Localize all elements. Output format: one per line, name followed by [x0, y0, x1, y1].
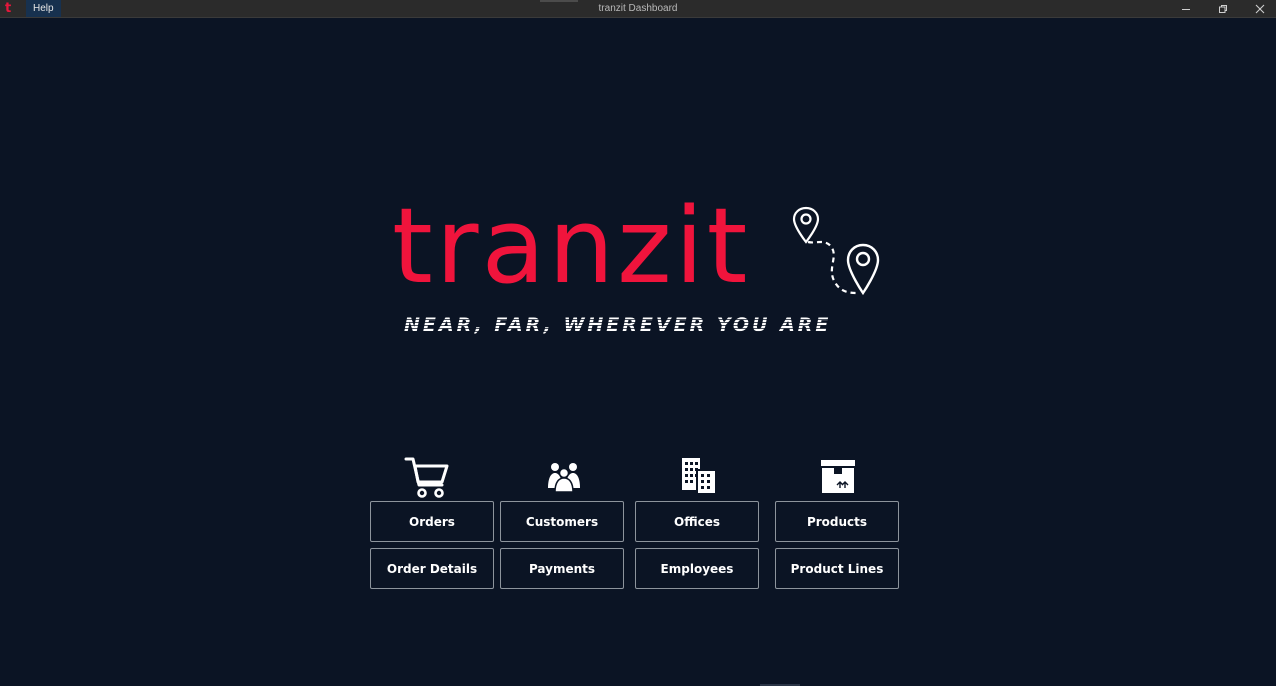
brand-logo-wordmark: tranzit: [392, 185, 751, 307]
restore-button[interactable]: [1205, 0, 1241, 17]
products-button[interactable]: Products: [775, 501, 899, 542]
product-lines-button[interactable]: Product Lines: [775, 548, 899, 589]
close-icon: [1255, 4, 1265, 13]
employees-button[interactable]: Employees: [635, 548, 759, 589]
close-button[interactable]: [1242, 0, 1276, 17]
orders-button[interactable]: Orders: [370, 501, 494, 542]
offices-button[interactable]: Offices: [635, 501, 759, 542]
customers-button[interactable]: Customers: [500, 501, 624, 542]
restore-icon: [1219, 4, 1227, 13]
minimize-icon: [1182, 8, 1190, 10]
minimize-button[interactable]: [1168, 0, 1204, 17]
people-icon: [548, 463, 580, 493]
product-box-icon: [821, 460, 855, 493]
office-buildings-icon: [682, 458, 717, 495]
window-title: tranzit Dashboard: [598, 3, 678, 14]
shopping-cart-icon: [404, 457, 449, 498]
title-bar: t Help tranzit Dashboard: [0, 0, 1276, 18]
brand-tagline: NEAR, FAR, WHEREVER YOU ARE: [404, 314, 832, 336]
order-details-button[interactable]: Order Details: [370, 548, 494, 589]
route-pins-icon: [792, 206, 880, 296]
payments-button[interactable]: Payments: [500, 548, 624, 589]
